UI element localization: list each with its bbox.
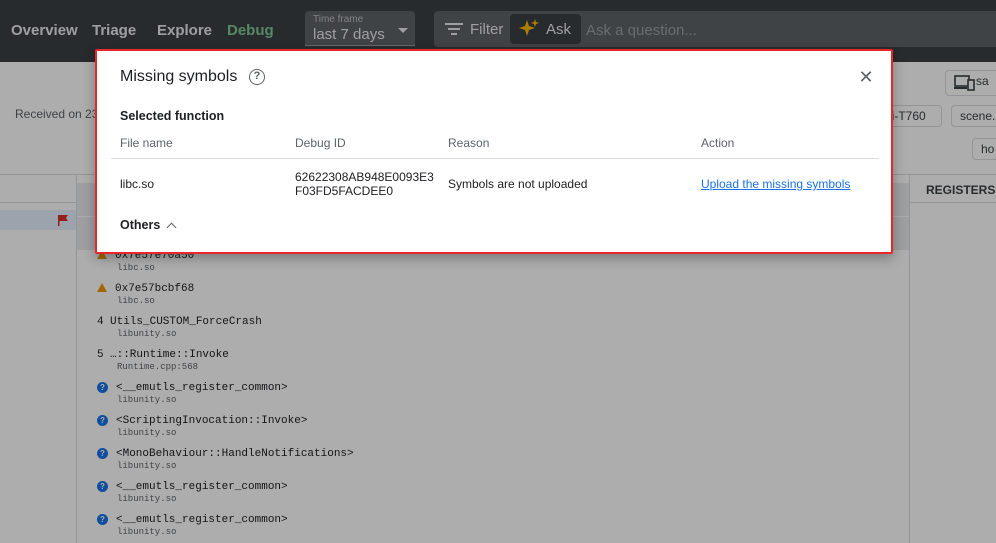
tab-overview[interactable]: Overview [11,22,78,39]
timeframe-value: last 7 days [313,26,385,43]
frame-library: libc.so [117,263,155,273]
stack-frame[interactable]: ? <__emutls_register_common> libunity.so [97,514,288,537]
divider [909,174,910,543]
frame-library: libc.so [117,296,155,306]
frame-function: 0x7e57bcbf68 [115,283,195,295]
frame-number: 5 [97,349,104,361]
host-chip-label: ho [981,142,995,156]
frame-library: libunity.so [117,461,177,471]
frame-function: <__emutls_register_common> [116,481,288,493]
ask-button[interactable]: Ask [510,14,582,44]
scene-chip-label: scene. [960,109,996,123]
dropdown-caret-icon [398,28,408,33]
question-icon: ? [97,415,108,426]
section-title: Selected function [120,109,225,123]
scene-chip[interactable]: scene. [951,105,996,127]
flag-icon [58,215,68,226]
frame-library: libunity.so [117,428,177,438]
others-label: Others [120,218,161,232]
registers-header: REGISTERS [926,183,996,197]
stack-frame[interactable]: ? <__emutls_register_common> libunity.so [97,382,288,405]
stack-frame[interactable]: 4 Utils_CUSTOM_ForceCrash libunity.so [97,316,262,339]
model-chip-label: li-T760 [889,109,926,123]
frame-library: libunity.so [117,395,177,405]
stack-frame[interactable]: ? <__emutls_register_common> libunity.so [97,481,288,504]
warning-icon [97,283,107,292]
question-icon: ? [97,514,108,525]
question-icon: ? [97,481,108,492]
table-divider [111,158,879,159]
column-header-debug-id: Debug ID [295,136,346,150]
upload-missing-symbols-link[interactable]: Upload the missing symbols [701,177,850,191]
frame-number: 4 [97,316,104,328]
device-chip[interactable]: sa [945,70,996,96]
column-header-file-name: File name [120,136,173,150]
frame-function: <__emutls_register_common> [116,514,288,526]
stack-frame[interactable]: ? <ScriptingInvocation::Invoke> libunity.… [97,415,307,438]
stack-frame[interactable]: 5 …::Runtime::Invoke Runtime.cpp:568 [97,349,229,372]
search-bar: Filter Ask Ask a question... [434,11,996,47]
sparkle-icon [519,19,539,36]
file-name-cell: libc.so [120,177,155,191]
frame-function: Utils_CUSTOM_ForceCrash [110,316,262,328]
question-icon: ? [97,382,108,393]
tab-triage[interactable]: Triage [92,22,136,39]
question-icon: ? [97,448,108,459]
help-icon[interactable]: ? [249,69,265,85]
filter-button[interactable]: Filter [444,11,503,47]
device-chip-label: sa [976,74,989,88]
missing-symbols-dialog: Missing symbols ? ✕ Selected function Fi… [95,49,893,254]
host-chip[interactable]: ho [972,138,996,160]
filter-icon [445,23,463,35]
dialog-title: Missing symbols [120,68,238,85]
ask-label: Ask [546,20,572,38]
timeframe-select[interactable]: Time frame last 7 days [305,11,415,46]
frame-function: <ScriptingInvocation::Invoke> [116,415,308,427]
frame-library: Runtime.cpp:568 [117,362,199,372]
close-icon[interactable]: ✕ [857,68,875,86]
others-toggle[interactable]: Others [120,218,177,232]
frame-function: <MonoBehaviour::HandleNotifications> [116,448,354,460]
debug-id-cell: 62622308AB948E0093E3F03FD5FACDEE0 [295,170,434,198]
column-header-reason: Reason [448,136,490,150]
filter-label: Filter [470,20,504,38]
timeframe-label: Time frame [313,14,364,25]
tab-debug[interactable]: Debug [227,22,274,39]
frame-library: libunity.so [117,527,177,537]
received-on-text: Received on 23 [15,107,99,121]
frame-library: libunity.so [117,494,177,504]
frame-function: …::Runtime::Invoke [110,349,229,361]
stack-frame[interactable]: 0x7e57bcbf68 libc.so [97,283,194,306]
devices-icon [954,75,975,91]
stack-frame[interactable]: ? <MonoBehaviour::HandleNotifications> li… [97,448,354,471]
frame-library: libunity.so [117,329,177,339]
chevron-up-icon [166,222,177,232]
reason-cell: Symbols are not uploaded [448,177,588,191]
tab-explore[interactable]: Explore [157,22,212,39]
frame-function: <__emutls_register_common> [116,382,288,394]
column-header-action: Action [701,136,735,150]
ask-question-input[interactable]: Ask a question... [586,22,697,39]
